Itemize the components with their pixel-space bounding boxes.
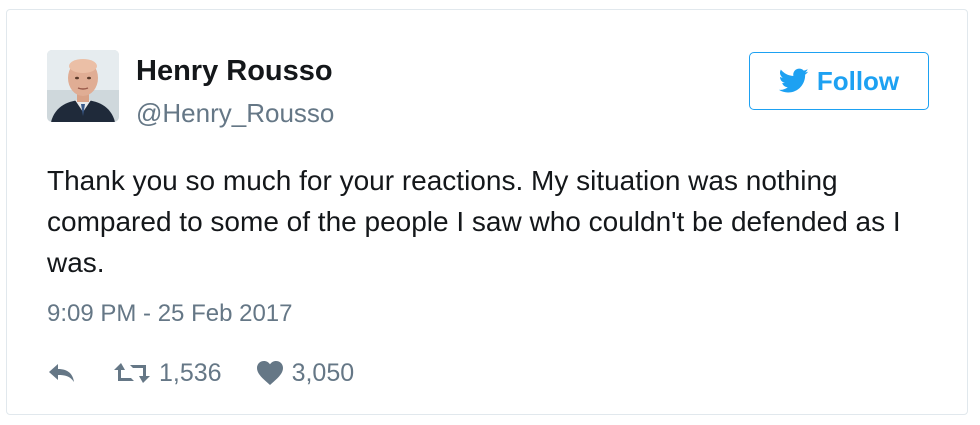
reply-button[interactable] [47,361,77,385]
retweet-button[interactable]: 1,536 [113,359,222,388]
like-count: 3,050 [291,358,355,387]
retweet-count: 1,536 [159,358,222,387]
avatar[interactable] [47,50,119,122]
tweet-actions: 1,536 3,050 [47,358,354,388]
tweet-card: Henry Rousso @Henry_Rousso Follow Thank … [6,9,968,415]
follow-button[interactable]: Follow [749,52,929,110]
like-button[interactable]: 3,050 [256,358,355,388]
user-handle[interactable]: @Henry_Rousso [136,98,334,129]
profile-photo-icon [47,50,119,122]
follow-button-label: Follow [816,65,900,96]
tweet-text: Thank you so much for your reactions. My… [47,165,901,278]
retweet-icon [114,363,150,383]
heart-icon [256,361,283,385]
twitter-bird-icon [778,68,809,93]
reply-icon [49,364,74,382]
display-name[interactable]: Henry Rousso [136,55,333,88]
tweet-timestamp[interactable]: 9:09 PM - 25 Feb 2017 [47,300,292,328]
